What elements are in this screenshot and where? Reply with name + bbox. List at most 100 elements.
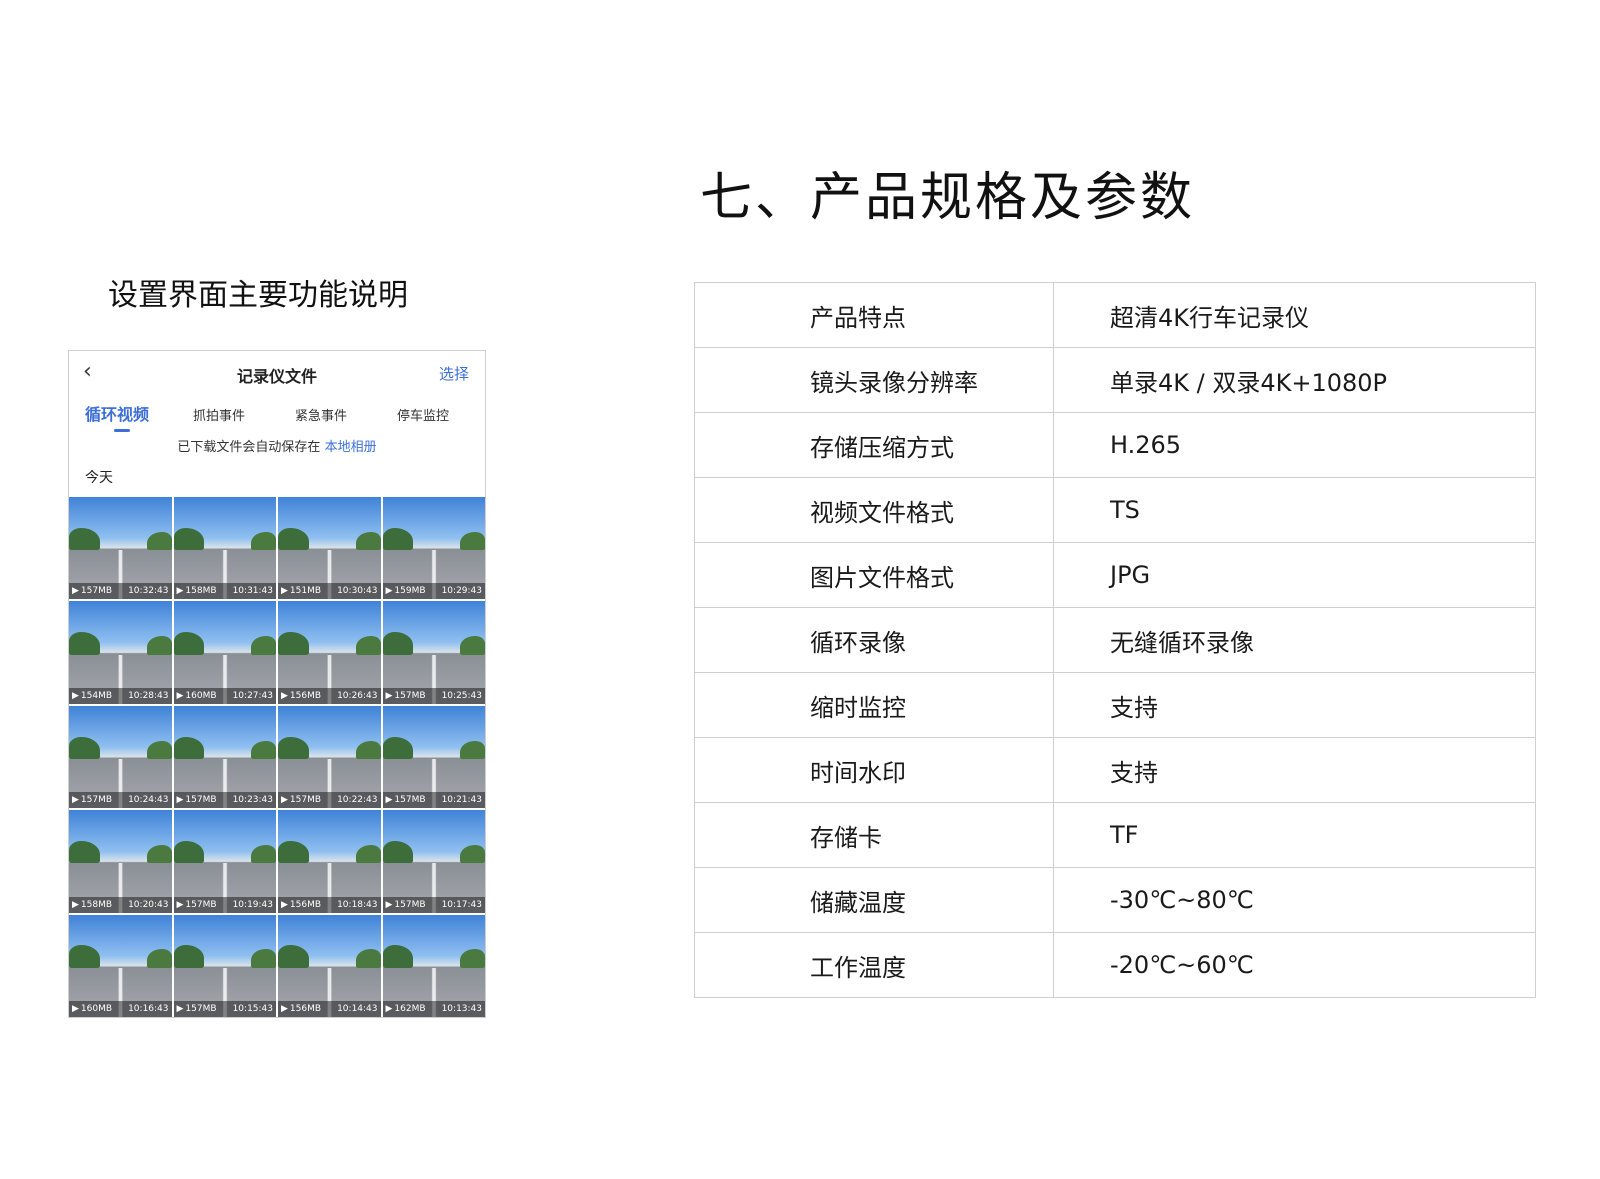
spec-row: 镜头录像分辨率 单录4K / 双录4K+1080P (694, 347, 1536, 413)
play-icon: ▶ (176, 1004, 184, 1014)
spec-key: 缩时监控 (694, 672, 1054, 738)
thumbnail-time: 10:16:43 (128, 1004, 169, 1014)
play-icon: ▶ (281, 1004, 288, 1014)
thumbnail-scenery (382, 945, 414, 968)
video-thumbnail[interactable]: ▶ 157MB 10:15:43 (173, 914, 276, 1017)
video-thumbnail[interactable]: ▶ 160MB 10:16:43 (69, 914, 172, 1017)
tab-emergency-events[interactable]: 紧急事件 (295, 405, 347, 424)
thumbnail-scenery (146, 845, 172, 864)
video-thumbnail[interactable]: ▶ 156MB 10:26:43 (278, 601, 381, 704)
play-icon: ▶ (72, 795, 79, 806)
play-icon: ▶ (176, 899, 184, 910)
play-icon: ▶ (72, 586, 79, 597)
thumbnail-time: 10:30:43 (337, 586, 378, 597)
play-icon: ▶ (72, 690, 79, 701)
spec-row: 视频文件格式 TS (694, 477, 1536, 543)
play-icon: ▶ (176, 690, 184, 701)
thumbnail-scenery (460, 636, 485, 655)
thumbnail-scenery (69, 945, 100, 968)
video-thumbnail[interactable]: ▶ 158MB 10:20:43 (69, 810, 172, 913)
thumbnail-scenery (278, 945, 309, 968)
spec-row: 缩时监控 支持 (694, 672, 1536, 738)
thumbnail-scenery (355, 740, 381, 760)
select-button[interactable]: 选择 (439, 363, 469, 384)
video-thumbnail[interactable]: ▶ 157MB 10:22:43 (278, 705, 381, 809)
thumbnail-time: 10:32:43 (128, 586, 169, 597)
thumbnail-size-group: ▶ 157MB (386, 792, 426, 808)
thumbnail-scenery (173, 840, 205, 864)
video-thumbnail[interactable]: ▶ 158MB 10:31:43 (173, 497, 276, 600)
spec-key: 视频文件格式 (694, 477, 1054, 543)
tab-snapshot-events[interactable]: 抓拍事件 (193, 405, 245, 424)
thumbnail-info-bar: ▶ 162MB 10:13:43 (382, 1001, 485, 1017)
thumbnail-scenery (146, 740, 172, 760)
thumbnail-scenery (173, 945, 205, 968)
play-icon: ▶ (281, 690, 288, 701)
spec-row: 图片文件格式 JPG (694, 542, 1536, 608)
video-thumbnail[interactable]: ▶ 160MB 10:27:43 (173, 601, 276, 704)
spec-row: 时间水印 支持 (694, 737, 1536, 803)
thumbnail-scenery (355, 531, 381, 551)
thumbnail-size-group: ▶ 156MB (281, 688, 321, 704)
thumbnail-size-group: ▶ 160MB (72, 1001, 112, 1017)
video-thumbnail[interactable]: ▶ 162MB 10:13:43 (382, 914, 485, 1017)
spec-key: 循环录像 (694, 607, 1054, 673)
thumbnail-scenery (460, 740, 485, 760)
video-thumbnail[interactable]: ▶ 157MB 10:21:43 (382, 705, 485, 809)
play-icon: ▶ (281, 586, 288, 597)
play-icon: ▶ (281, 899, 288, 910)
nav-title: 记录仪文件 (236, 367, 317, 386)
thumbnail-scenery (251, 949, 276, 968)
video-thumbnail[interactable]: ▶ 156MB 10:18:43 (278, 810, 381, 913)
thumbnail-info-bar: ▶ 158MB 10:20:43 (69, 896, 172, 913)
thumbnail-size: 157MB (185, 899, 217, 910)
tab-parking-monitor[interactable]: 停车监控 (397, 405, 449, 424)
thumbnail-size-group: ▶ 157MB (177, 792, 217, 808)
thumbnail-scenery (382, 527, 414, 551)
play-icon: ▶ (385, 586, 393, 597)
thumbnail-info-bar: ▶ 160MB 10:16:43 (69, 1001, 172, 1017)
spec-key: 图片文件格式 (694, 542, 1054, 608)
video-thumbnail[interactable]: ▶ 157MB 10:23:43 (173, 705, 276, 809)
thumbnail-info-bar: ▶ 159MB 10:29:43 (382, 583, 485, 600)
spec-row: 存储压缩方式 H.265 (694, 412, 1536, 478)
thumbnail-size-group: ▶ 156MB (281, 897, 321, 913)
thumbnail-scenery (460, 949, 485, 968)
video-thumbnail[interactable]: ▶ 154MB 10:28:43 (69, 601, 172, 704)
video-thumbnail[interactable]: ▶ 157MB 10:19:43 (173, 810, 276, 913)
local-album-link[interactable]: 本地相册 (325, 440, 377, 455)
thumbnail-size: 157MB (394, 690, 426, 701)
thumbnail-scenery (146, 636, 172, 655)
thumbnail-size: 156MB (289, 899, 322, 910)
thumbnail-info-bar: ▶ 158MB 10:31:43 (173, 583, 276, 600)
spec-value: -20℃~60℃ (1053, 932, 1536, 998)
thumbnail-size: 160MB (185, 690, 217, 701)
thumbnail-size-group: ▶ 160MB (177, 688, 217, 704)
play-icon: ▶ (176, 795, 184, 806)
thumbnail-time: 10:17:43 (441, 899, 482, 910)
video-thumbnail[interactable]: ▶ 151MB 10:30:43 (278, 497, 381, 600)
video-thumbnail[interactable]: ▶ 157MB 10:25:43 (382, 601, 485, 704)
tab-loop-video[interactable]: 循环视频 (85, 401, 149, 425)
video-thumbnail[interactable]: ▶ 157MB 10:17:43 (382, 810, 485, 913)
play-icon: ▶ (176, 586, 184, 597)
video-thumbnail[interactable]: ▶ 156MB 10:14:43 (278, 914, 381, 1017)
thumbnail-scenery (69, 840, 100, 864)
thumbnail-time: 10:27:43 (232, 690, 273, 701)
video-thumbnail[interactable]: ▶ 157MB 10:24:43 (69, 705, 172, 809)
thumbnail-scenery (69, 632, 100, 655)
spec-key: 工作温度 (694, 932, 1054, 998)
thumbnail-size-group: ▶ 157MB (281, 792, 321, 808)
thumbnail-size-group: ▶ 157MB (177, 1001, 217, 1017)
spec-key: 存储压缩方式 (694, 412, 1054, 478)
video-thumbnail[interactable]: ▶ 157MB 10:32:43 (69, 497, 172, 600)
video-thumbnail[interactable]: ▶ 159MB 10:29:43 (382, 497, 485, 600)
spec-key: 镜头录像分辨率 (694, 347, 1054, 413)
thumbnail-time: 10:19:43 (232, 899, 273, 910)
thumbnail-scenery (251, 740, 276, 760)
thumbnail-size-group: ▶ 157MB (177, 897, 217, 913)
thumbnail-time: 10:25:43 (441, 690, 482, 701)
thumbnail-info-bar: ▶ 160MB 10:27:43 (173, 687, 276, 704)
thumbnail-time: 10:13:43 (441, 1004, 482, 1014)
thumbnail-size: 162MB (394, 1004, 426, 1014)
